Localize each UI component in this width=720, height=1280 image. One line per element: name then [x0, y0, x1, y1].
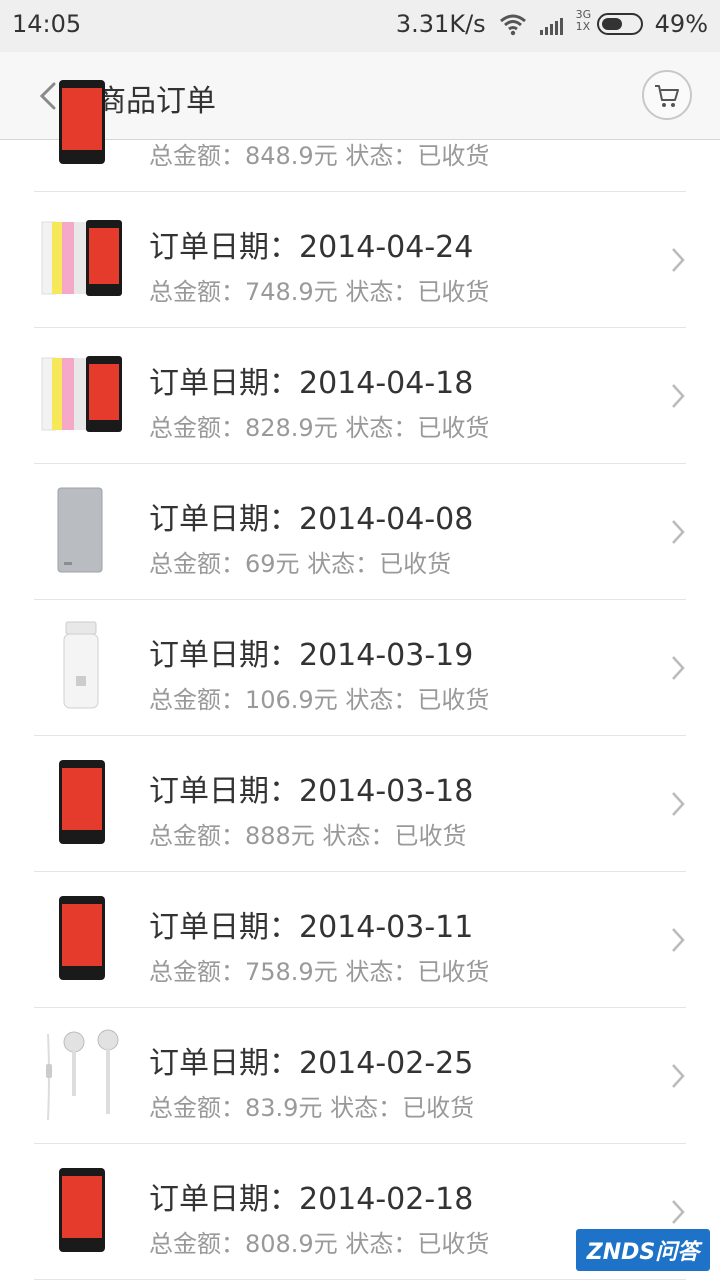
signal-icon: 3G 1X: [539, 9, 591, 35]
order-total: 总金额：106.9元: [149, 686, 338, 714]
order-date: 订单日期：2014-03-11: [149, 910, 474, 945]
network-speed: 3.31K/s: [395, 10, 486, 38]
battery-percent: 49%: [654, 10, 708, 38]
order-total: 总金额：888元: [149, 822, 315, 850]
order-row[interactable]: 订单日期：2014-04-08 总金额：69元 状态：已收货: [0, 464, 720, 600]
status-indicators: 3.31K/s 3G 1X 49%: [395, 9, 708, 39]
order-status: 状态：已收货: [322, 822, 467, 850]
status-time: 14:05: [12, 10, 82, 38]
chevron-right-icon: [672, 248, 685, 272]
power-bank-icon: [34, 480, 134, 580]
chevron-right-icon: [672, 1200, 685, 1224]
order-status: 状态：已收货: [345, 686, 490, 714]
order-summary: 总金额：808.9元 状态：已收货: [149, 1224, 489, 1259]
phone-red-icon: [34, 752, 134, 852]
order-date: 订单日期：2014-02-25: [149, 1046, 474, 1081]
phone-red-icon: [34, 1160, 134, 1260]
order-total: 总金额：69元: [149, 550, 300, 578]
order-date: 订单日期：2014-02-18: [149, 1182, 474, 1217]
chevron-right-icon: [672, 384, 685, 408]
chevron-right-icon: [672, 656, 685, 680]
phone-with-covers-icon: [34, 208, 134, 308]
order-status: 状态：已收货: [345, 142, 490, 170]
order-status: 状态：已收货: [330, 1094, 475, 1122]
watermark-logo: ZNDS问答: [576, 1229, 710, 1271]
chevron-right-icon: [672, 792, 685, 816]
order-date: 订单日期：2014-03-18: [149, 774, 474, 809]
order-row[interactable]: 订单日期：2014-04-24 总金额：748.9元 状态：已收货: [0, 192, 720, 328]
order-row[interactable]: 订单日期：2014-03-11 总金额：758.9元 状态：已收货: [0, 872, 720, 1008]
phone-red-icon: [34, 72, 134, 172]
phone-red-icon: [34, 888, 134, 988]
order-total: 总金额：808.9元: [149, 1230, 338, 1258]
order-total: 总金额：848.9元: [149, 142, 338, 170]
order-row[interactable]: 订单日期：2014-03-19 总金额：106.9元 状态：已收货: [0, 600, 720, 736]
order-total: 总金额：83.9元: [149, 1094, 323, 1122]
status-bar: 14:05 3.31K/s 3G 1X 49%: [0, 0, 720, 52]
order-total: 总金额：748.9元: [149, 278, 338, 306]
order-summary: 总金额：848.9元 状态：已收货: [149, 136, 489, 171]
order-summary: 总金额：83.9元 状态：已收货: [149, 1088, 474, 1123]
phone-with-covers-icon: [34, 344, 134, 444]
order-summary: 总金额：69元 状态：已收货: [149, 544, 451, 579]
chevron-right-icon: [672, 520, 685, 544]
order-status: 状态：已收货: [345, 1230, 490, 1258]
water-bottle-icon: [34, 616, 134, 716]
order-status: 状态：已收货: [345, 414, 490, 442]
order-status: 状态：已收货: [345, 958, 490, 986]
order-status: 状态：已收货: [345, 278, 490, 306]
chevron-right-icon: [672, 1064, 685, 1088]
order-date: 订单日期：2014-03-19: [149, 638, 474, 673]
order-total: 总金额：758.9元: [149, 958, 338, 986]
network-type: 3G 1X: [575, 8, 592, 33]
battery-icon: [596, 13, 643, 35]
wifi-icon: [499, 14, 526, 36]
order-summary: 总金额：888元 状态：已收货: [149, 816, 466, 851]
chevron-right-icon: [672, 928, 685, 952]
order-summary: 总金额：758.9元 状态：已收货: [149, 952, 489, 987]
order-row[interactable]: 订单日期：2014-02-25 总金额：83.9元 状态：已收货: [0, 1008, 720, 1144]
order-date: 订单日期：2014-04-18: [149, 366, 474, 401]
order-summary: 总金额：828.9元 状态：已收货: [149, 408, 489, 443]
order-row[interactable]: 订单日期：2014-03-18 总金额：888元 状态：已收货: [0, 736, 720, 872]
order-date: 订单日期：2014-04-08: [149, 502, 474, 537]
order-date: 订单日期：2014-04-24: [149, 230, 474, 265]
order-summary: 总金额：748.9元 状态：已收货: [149, 272, 489, 307]
order-status: 状态：已收货: [307, 550, 452, 578]
order-row[interactable]: 订单日期：2014-04-18 总金额：828.9元 状态：已收货: [0, 328, 720, 464]
earphones-icon: [34, 1024, 134, 1124]
order-summary: 总金额：106.9元 状态：已收货: [149, 680, 489, 715]
order-row[interactable]: 总金额：848.9元 状态：已收货: [0, 56, 720, 192]
order-total: 总金额：828.9元: [149, 414, 338, 442]
